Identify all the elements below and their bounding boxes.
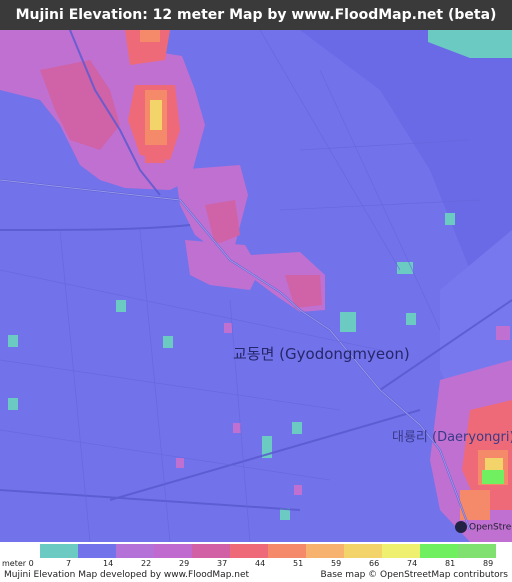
magnifier-icon xyxy=(455,521,467,533)
map-title: Mujini Elevation: 12 meter Map by www.Fl… xyxy=(0,0,512,30)
place-label-gyodongmyeon: 교동면 (Gyodongmyeon) xyxy=(233,345,410,363)
legend-swatch-7 xyxy=(268,544,306,558)
legend-tick: 51 xyxy=(293,559,304,568)
legend-tick: 74 xyxy=(407,559,418,568)
osm-logo-text: OpenStreetMap xyxy=(469,522,512,533)
legend-swatch-11 xyxy=(420,544,458,558)
legend-swatch-9 xyxy=(344,544,382,558)
legend-tick: 29 xyxy=(179,559,190,568)
map-canvas xyxy=(0,30,512,542)
legend-tick: 37 xyxy=(217,559,228,568)
legend-swatch-3 xyxy=(116,544,154,558)
developer-credit: Mujini Elevation Map developed by www.Fl… xyxy=(4,570,250,580)
elevation-legend: meter 0 7 14 22 29 37 44 51 59 66 74 81 … xyxy=(0,542,512,570)
legend-swatch-1 xyxy=(40,544,78,558)
legend-tick: 89 xyxy=(483,559,494,568)
basemap-credit: Base map © OpenStreetMap contributors xyxy=(320,570,508,580)
legend-unit-label: meter 0 xyxy=(2,559,34,568)
legend-swatch-5 xyxy=(192,544,230,558)
place-label-daeryongri: 대룡리 (Daeryongri) xyxy=(392,430,512,445)
osm-logo[interactable]: OpenStreetMap xyxy=(455,521,512,533)
legend-tick: 14 xyxy=(103,559,114,568)
legend-swatch-6 xyxy=(230,544,268,558)
legend-swatch-12 xyxy=(458,544,496,558)
legend-swatch-8 xyxy=(306,544,344,558)
legend-tick: 59 xyxy=(331,559,342,568)
legend-tick: 7 xyxy=(66,559,72,568)
elevation-map[interactable]: 교동면 (Gyodongmyeon) 대룡리 (Daeryongri) Open… xyxy=(0,30,512,542)
legend-tick: 22 xyxy=(141,559,152,568)
legend-swatch-4 xyxy=(154,544,192,558)
legend-tick: 66 xyxy=(369,559,380,568)
legend-tick: 81 xyxy=(445,559,456,568)
legend-tick: 44 xyxy=(255,559,266,568)
legend-swatch-10 xyxy=(382,544,420,558)
legend-swatch-2 xyxy=(78,544,116,558)
